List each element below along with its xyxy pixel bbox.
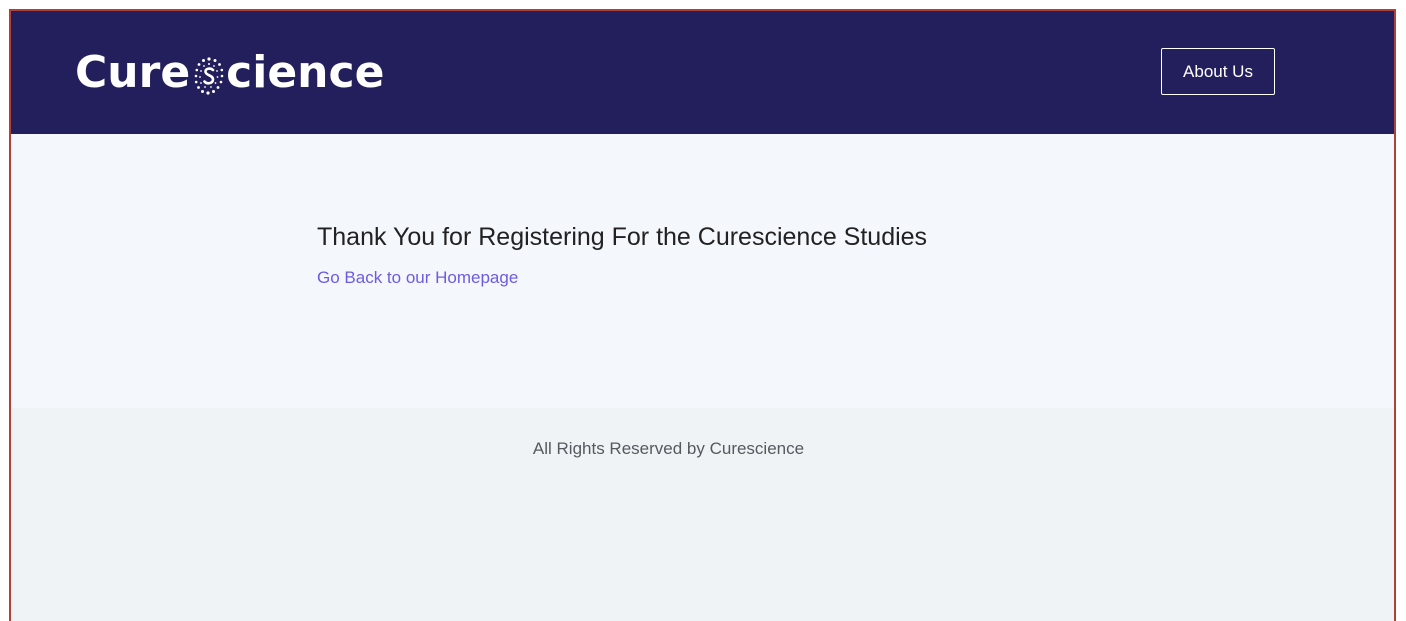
site-header: Cure cience About Us bbox=[11, 11, 1394, 134]
logo-text-cience: cience bbox=[226, 47, 385, 98]
s-dots-logo-icon bbox=[193, 54, 225, 95]
homepage-link[interactable]: Go Back to our Homepage bbox=[317, 268, 518, 288]
page-frame: Cure cience About Us Thank You for Regis… bbox=[9, 9, 1396, 621]
site-footer: All Rights Reserved by Curescience bbox=[11, 408, 1394, 621]
curescience-logo[interactable]: Cure cience bbox=[75, 45, 384, 101]
thank-you-heading: Thank You for Registering For the Curesc… bbox=[317, 223, 928, 251]
about-us-button[interactable]: About Us bbox=[1161, 48, 1275, 95]
copyright-text: All Rights Reserved by Curescience bbox=[532, 439, 805, 458]
logo-text-cure: Cure bbox=[75, 47, 191, 98]
main-content: Thank You for Registering For the Curesc… bbox=[11, 134, 1394, 408]
